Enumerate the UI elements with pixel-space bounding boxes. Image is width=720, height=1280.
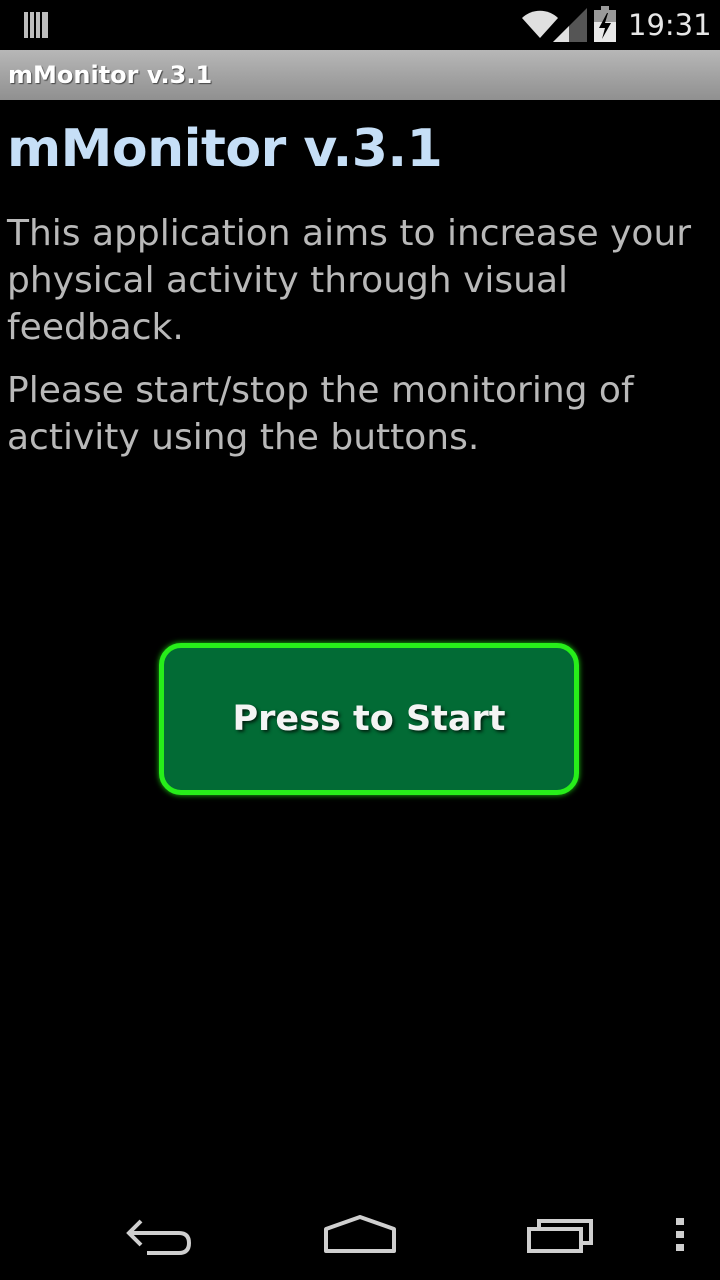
status-time: 19:31 <box>628 8 712 42</box>
recent-apps-icon <box>527 1219 593 1253</box>
signal-icon <box>553 8 587 42</box>
back-button[interactable] <box>110 1190 210 1280</box>
description-text: This application aims to increase your p… <box>7 213 692 348</box>
home-icon <box>324 1215 396 1253</box>
navigation-bar <box>0 1190 720 1280</box>
title-bar: mMonitor v.3.1 <box>0 50 720 100</box>
overflow-menu-icon <box>676 1218 684 1251</box>
status-bar: 19:31 <box>0 0 720 50</box>
start-button-label: Press to Start <box>232 699 506 739</box>
battery-charging-icon <box>594 6 616 42</box>
start-button[interactable]: Press to Start <box>159 643 579 795</box>
page-heading: mMonitor v.3.1 <box>7 119 443 179</box>
app-title: mMonitor v.3.1 <box>8 61 213 89</box>
recent-apps-button[interactable] <box>510 1190 610 1280</box>
back-icon <box>126 1219 192 1255</box>
notification-icon <box>24 12 48 38</box>
instruction-text: Please start/stop the monitoring of acti… <box>7 370 634 458</box>
overflow-menu-button[interactable] <box>660 1190 700 1280</box>
home-button[interactable] <box>310 1190 410 1280</box>
